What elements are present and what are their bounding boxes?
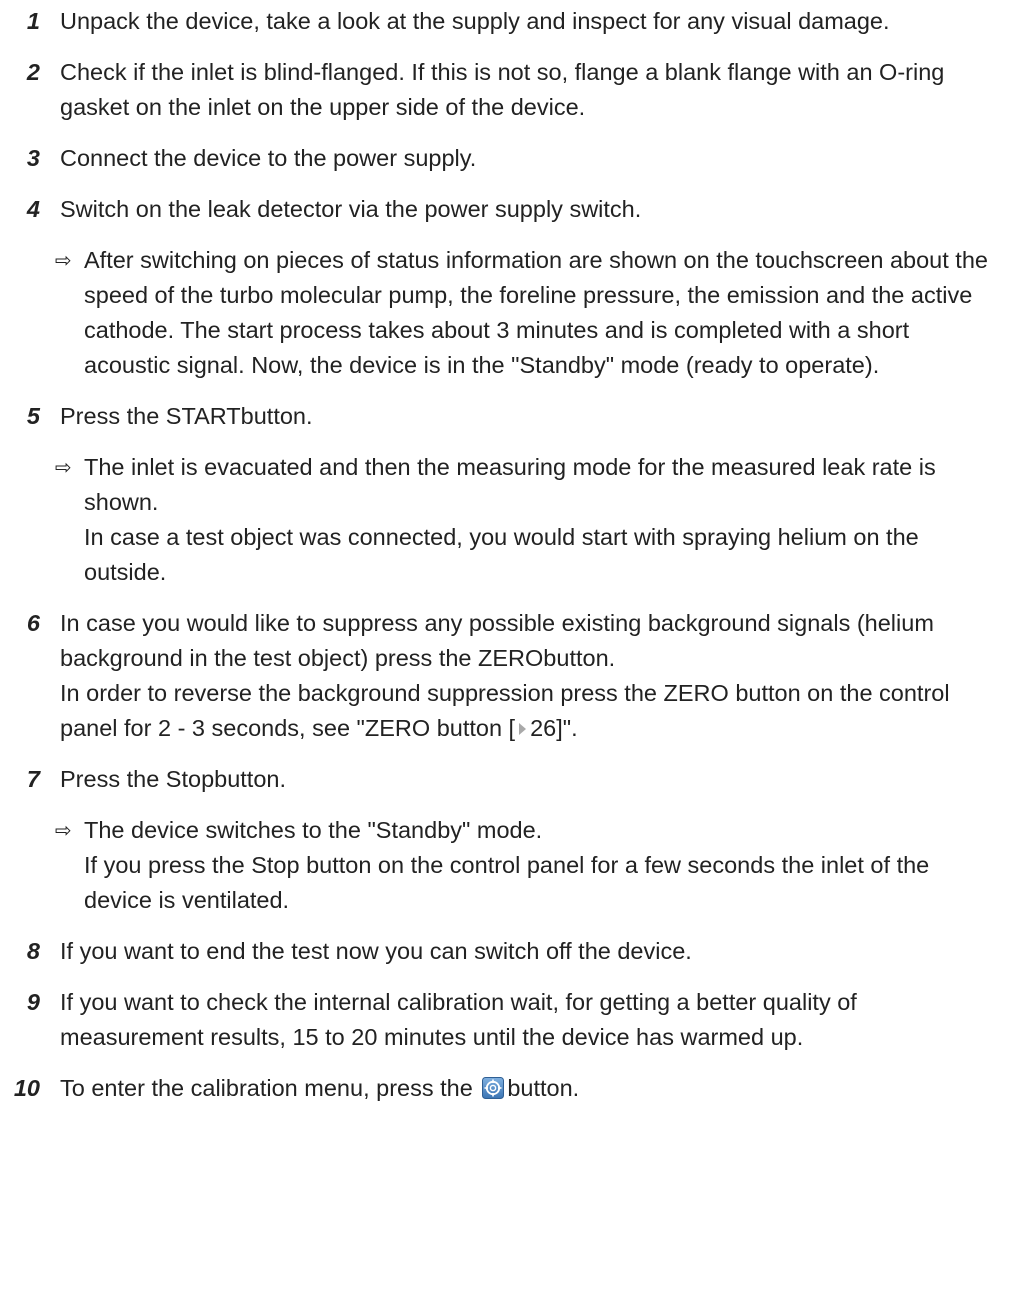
- step-1: 1 Unpack the device, take a look at the …: [0, 4, 1014, 39]
- result-arrow-icon: ⇨: [55, 818, 72, 842]
- step-text: Unpack the device, take a look at the su…: [60, 8, 890, 34]
- result-note: In case a test object was connected, you…: [84, 524, 919, 585]
- step-text: Press the STARTbutton.: [60, 403, 313, 429]
- cross-reference-link[interactable]: 26: [530, 715, 556, 741]
- result-text: The device switches to the "Standby" mod…: [84, 817, 543, 843]
- step-text-start: To enter the calibration menu, press the: [60, 1075, 473, 1101]
- step-note-text-end: ]".: [556, 715, 578, 741]
- step-number: 10: [13, 1075, 40, 1101]
- step-text: Check if the inlet is blind-flanged. If …: [60, 59, 945, 120]
- result-arrow-icon: ⇨: [55, 455, 72, 479]
- step-4: 4 Switch on the leak detector via the po…: [0, 192, 1014, 227]
- step-number: 8: [26, 938, 40, 964]
- step-text: If you want to end the test now you can …: [60, 938, 692, 964]
- result-note: If you press the Stop button on the cont…: [84, 852, 930, 913]
- step-7: 7 Press the Stopbutton.: [0, 762, 1014, 797]
- step-number: 9: [26, 989, 40, 1015]
- result-step-4: ⇨ After switching on pieces of status in…: [0, 243, 1014, 383]
- step-text: To enter the calibration menu, press the…: [60, 1071, 994, 1106]
- result-step-5: ⇨ The inlet is evacuated and then the me…: [0, 450, 1014, 590]
- step-8: 8 If you want to end the test now you ca…: [0, 934, 1014, 969]
- step-3: 3 Connect the device to the power supply…: [0, 141, 1014, 176]
- step-text: If you want to check the internal calibr…: [60, 989, 857, 1050]
- result-step-7: ⇨ The device switches to the "Standby" m…: [0, 813, 1014, 918]
- step-text: Connect the device to the power supply.: [60, 145, 477, 171]
- step-number: 3: [26, 145, 40, 171]
- step-note-text: In order to reverse the background suppr…: [60, 680, 950, 741]
- step-2: 2 Check if the inlet is blind-flanged. I…: [0, 55, 1014, 125]
- result-text: The inlet is evacuated and then the meas…: [84, 454, 936, 515]
- step-number: 6: [26, 610, 40, 636]
- step-10: 10 To enter the calibration menu, press …: [0, 1071, 1014, 1106]
- step-text: In case you would like to suppress any p…: [60, 610, 934, 671]
- step-6: 6 In case you would like to suppress any…: [0, 606, 1014, 746]
- calibration-target-icon: [482, 1077, 505, 1099]
- step-number: 5: [26, 403, 40, 429]
- step-5: 5 Press the STARTbutton.: [0, 399, 1014, 434]
- step-number: 4: [26, 196, 40, 222]
- step-number: 2: [26, 59, 40, 85]
- step-text: Switch on the leak detector via the powe…: [60, 196, 642, 222]
- step-text: Press the Stopbutton.: [60, 766, 287, 792]
- result-text: After switching on pieces of status info…: [84, 247, 988, 378]
- instruction-document: 1 Unpack the device, take a look at the …: [0, 0, 1014, 1106]
- step-text-end: button.: [507, 1075, 580, 1101]
- step-number: 7: [26, 766, 40, 792]
- result-arrow-icon: ⇨: [55, 248, 72, 272]
- cross-reference-arrow-icon: [519, 722, 527, 735]
- step-9: 9 If you want to check the internal cali…: [0, 985, 1014, 1055]
- step-number: 1: [26, 8, 40, 34]
- step-note: In order to reverse the background suppr…: [60, 676, 994, 746]
